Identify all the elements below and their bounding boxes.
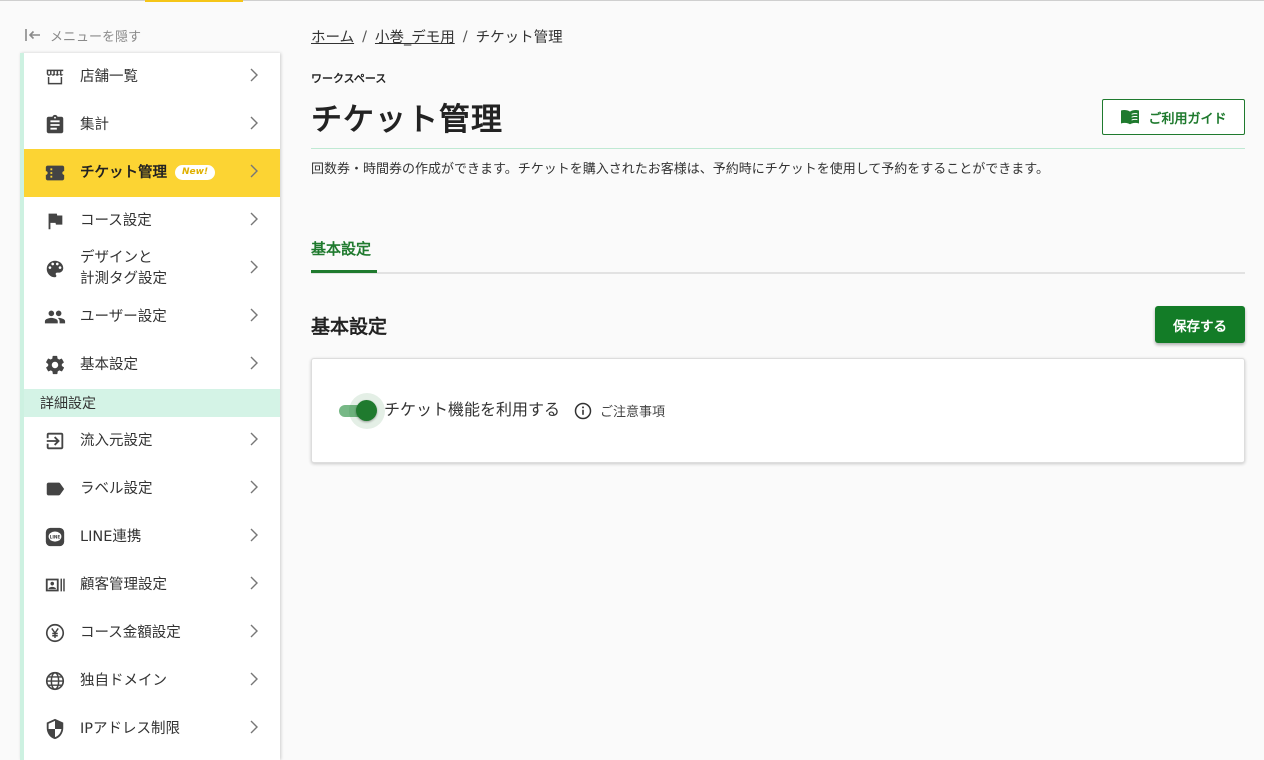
sidebar-item-ticket-management[interactable]: チケット管理 New! (24, 149, 280, 197)
sidebar-item-referrer-settings[interactable]: 流入元設定 (24, 417, 280, 465)
people-icon (44, 306, 66, 328)
page-description: 回数券・時間券の作成ができます。チケットを購入されたお客様は、予約時にチケットを… (311, 162, 1050, 177)
ticket-management-label: チケット管理 (80, 164, 167, 181)
sidebar-item-course-settings[interactable]: コース設定 (24, 197, 280, 245)
user-guide-button[interactable]: ご利用ガイド (1102, 99, 1245, 135)
sidebar-item-label: 顧客管理設定 (80, 576, 167, 593)
tab-basic-settings[interactable]: 基本設定 (311, 230, 377, 274)
sidebar: 店舗一覧 集計 チケット管理 New! コース設定 デザインと 計測タグ設定 ユ… (20, 53, 280, 760)
login-icon (44, 430, 66, 452)
title-divider (311, 148, 1245, 149)
sidebar-item-label: ユーザー設定 (80, 308, 167, 325)
shield-icon (44, 718, 66, 740)
settings-card: チケット機能を利用する ご注意事項 (311, 358, 1245, 463)
gear-icon (44, 354, 66, 376)
breadcrumb-separator: / (362, 28, 367, 45)
workspace-label: ワークスペース (311, 72, 387, 85)
sidebar-item-design-tags[interactable]: デザインと 計測タグ設定 (24, 245, 280, 293)
chevron-right-icon (248, 212, 260, 230)
sidebar-item-user-settings[interactable]: ユーザー設定 (24, 293, 280, 341)
globe-icon (44, 670, 66, 692)
ticket-icon (44, 162, 66, 184)
sidebar-item-label: チケット管理 New! (80, 163, 248, 184)
sidebar-item-summary[interactable]: 集計 (24, 101, 280, 149)
ticket-feature-toggle[interactable] (337, 393, 385, 429)
chevron-right-icon (248, 720, 260, 738)
breadcrumb-home-link[interactable]: ホーム (311, 26, 354, 47)
breadcrumb-separator: / (462, 28, 468, 45)
info-icon (574, 402, 592, 419)
sidebar-item-label: 独自ドメイン (80, 672, 167, 689)
top-accent-bar (145, 0, 243, 2)
breadcrumb-store-link[interactable]: 小巻_デモ用 (375, 26, 455, 47)
line-icon: LINE (44, 526, 66, 548)
sidebar-item-label: IPアドレス制限 (80, 720, 181, 737)
sidebar-item-label: 集計 (80, 116, 109, 133)
sidebar-item-label: LINE連携 (80, 528, 142, 545)
new-badge: New! (175, 165, 216, 180)
sidebar-item-course-price[interactable]: コース金額設定 (24, 609, 280, 657)
chevron-right-icon (248, 260, 260, 278)
section-header-detail-settings: 詳細設定 (24, 389, 280, 417)
chevron-right-icon (248, 164, 260, 182)
clipboard-icon (44, 114, 66, 136)
chevron-right-icon (248, 68, 260, 86)
sidebar-item-label: 流入元設定 (80, 432, 153, 449)
toggle-thumb (356, 400, 377, 421)
store-icon (44, 66, 66, 88)
sidebar-item-label: 基本設定 (80, 356, 138, 373)
notice-link[interactable]: ご注意事項 (574, 401, 665, 420)
book-icon (1121, 110, 1140, 125)
palette-icon (44, 258, 66, 280)
chevron-right-icon (248, 432, 260, 450)
user-guide-label: ご利用ガイド (1148, 111, 1227, 127)
collapse-left-icon (25, 29, 40, 41)
chevron-right-icon (248, 576, 260, 594)
chevron-right-icon (248, 624, 260, 642)
yen-icon (44, 622, 66, 644)
sidebar-item-line-integration[interactable]: LINE LINE連携 (24, 513, 280, 561)
tab-bar: 基本設定 (311, 230, 1245, 274)
svg-text:LINE: LINE (50, 534, 61, 539)
sidebar-item-label: デザインと 計測タグ設定 (80, 250, 167, 287)
sidebar-item-label: コース金額設定 (80, 624, 181, 641)
breadcrumb-current: チケット管理 (475, 30, 563, 46)
chevron-right-icon (248, 480, 260, 498)
contact-card-icon (44, 574, 66, 596)
tab-label: 基本設定 (311, 240, 372, 258)
sidebar-item-label: ラベル設定 (80, 480, 153, 497)
notice-label: ご注意事項 (600, 405, 666, 420)
save-button[interactable]: 保存する (1155, 306, 1245, 343)
flag-icon (44, 210, 66, 232)
hide-menu-button[interactable]: メニューを隠す (24, 24, 141, 46)
sidebar-item-ip-restriction[interactable]: IPアドレス制限 (24, 705, 280, 753)
page-title: チケット管理 (311, 102, 503, 138)
chevron-right-icon (248, 672, 260, 690)
chevron-right-icon (248, 116, 260, 134)
sidebar-item-label-settings[interactable]: ラベル設定 (24, 465, 280, 513)
sidebar-item-custom-domain[interactable]: 独自ドメイン (24, 657, 280, 705)
sidebar-item-label: コース設定 (80, 212, 152, 229)
chevron-right-icon (248, 356, 260, 374)
chevron-right-icon (248, 528, 260, 546)
section-title: 基本設定 (311, 316, 388, 338)
chevron-right-icon (248, 308, 260, 326)
toggle-label: チケット機能を利用する (384, 400, 561, 419)
hide-menu-label: メニューを隠す (50, 29, 142, 45)
active-tab-indicator (311, 270, 377, 273)
label-icon (44, 478, 66, 500)
sidebar-item-store-list[interactable]: 店舗一覧 (24, 53, 280, 101)
breadcrumb: ホーム / 小巻_デモ用 / チケット管理 (311, 26, 563, 47)
sidebar-item-basic-settings[interactable]: 基本設定 (24, 341, 280, 389)
sidebar-item-customer-settings[interactable]: 顧客管理設定 (24, 561, 280, 609)
sidebar-item-label: 店舗一覧 (80, 68, 138, 85)
